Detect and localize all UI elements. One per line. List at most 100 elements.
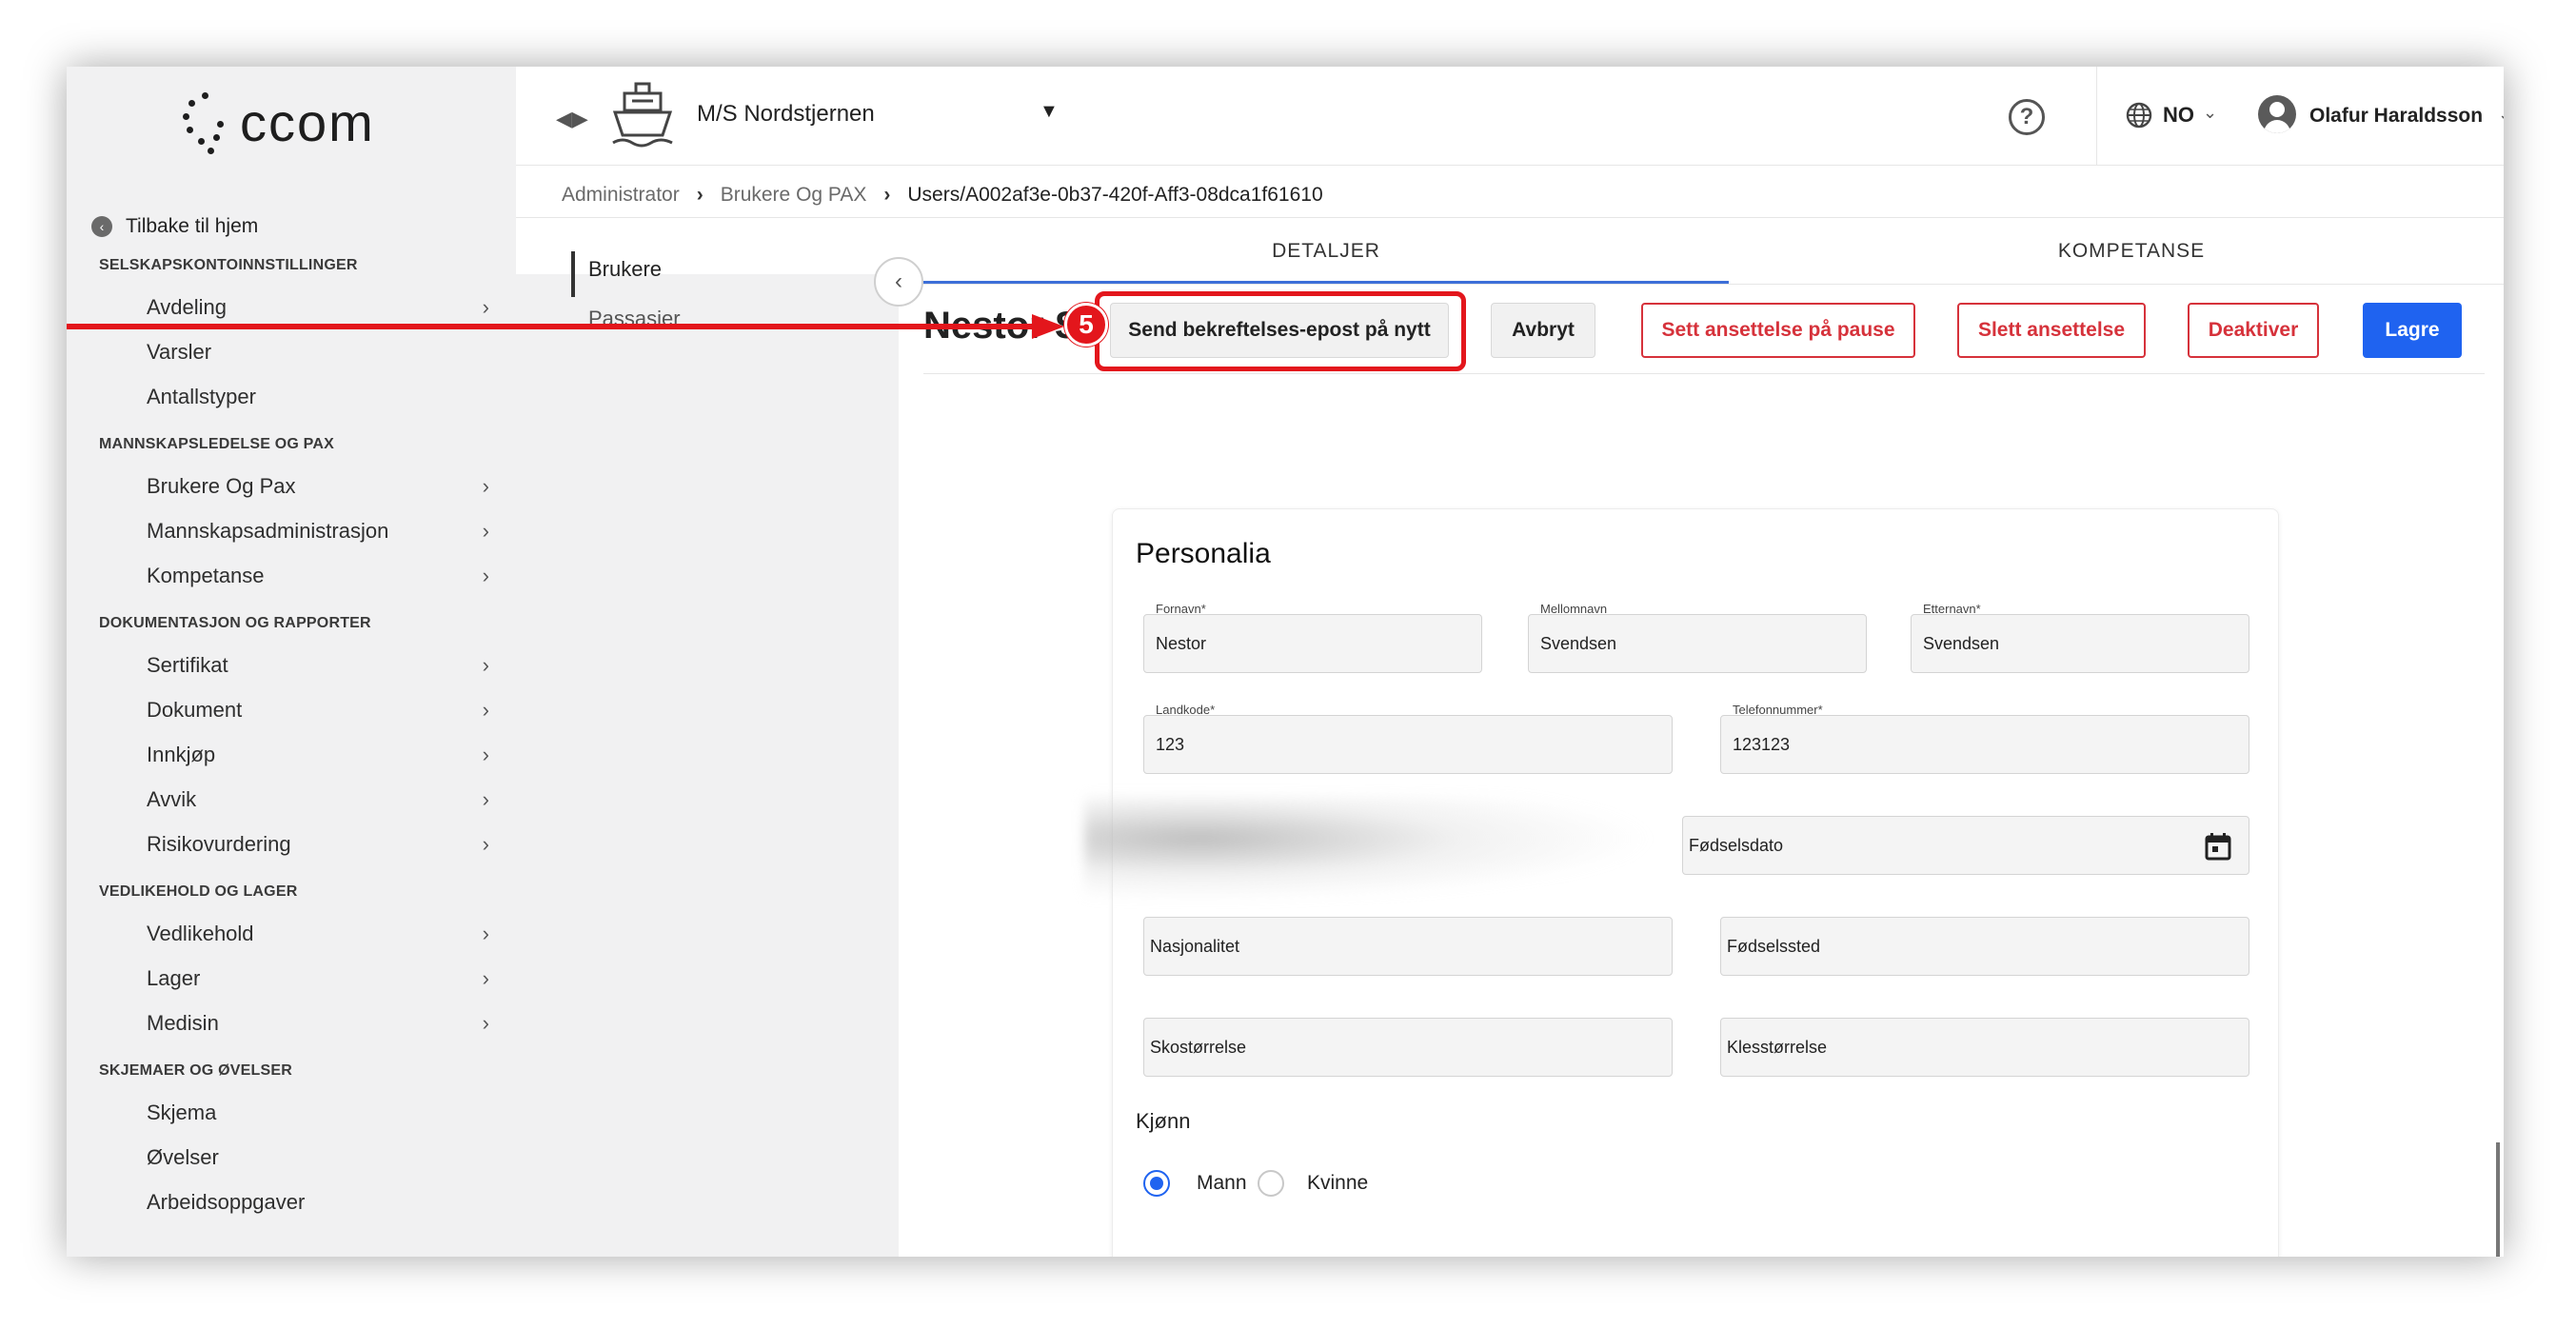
chevron-right-icon: › xyxy=(696,184,703,206)
globe-icon[interactable] xyxy=(2125,101,2153,134)
sidebar-item-label: Brukere Og Pax xyxy=(147,474,296,498)
section-heading: SELSKAPSKONTOINNSTILLINGER xyxy=(99,257,358,273)
sidebar-item-avvik[interactable]: Avvik › xyxy=(147,787,489,812)
birth-date-field[interactable]: Fødselsdato xyxy=(1682,816,2249,875)
breadcrumb: Administrator › Brukere Og PAX › Users/A… xyxy=(562,179,1323,211)
chevron-right-icon: › xyxy=(482,474,489,498)
nationality-field[interactable]: Nasjonalitet xyxy=(1143,917,1673,976)
sidebar-item-label: Sertifikat xyxy=(147,653,228,677)
chevron-right-icon: › xyxy=(482,295,489,319)
back-to-home-link[interactable]: ‹ Tilbake til hjem xyxy=(91,215,258,238)
field-label: Telefonnummer* xyxy=(1733,703,1823,717)
middle-name-field[interactable]: Mellomnavn Svendsen xyxy=(1528,602,1867,673)
chevron-down-icon[interactable]: ⌄ xyxy=(2498,105,2504,125)
breadcrumb-item-brukere[interactable]: Brukere Og PAX xyxy=(721,184,867,207)
field-label: Etternavn* xyxy=(1923,602,1981,616)
sidebar-item-avdeling[interactable]: Avdeling › xyxy=(147,295,489,320)
field-value: Nestor xyxy=(1156,634,1207,653)
vessel-name[interactable]: M/S Nordstjernen xyxy=(697,101,875,128)
sidebar-item-label: Øvelser xyxy=(147,1145,219,1169)
sidebar-item-ovelser[interactable]: Øvelser xyxy=(147,1145,489,1170)
country-code-field[interactable]: Landkode* 123 xyxy=(1143,703,1673,774)
sidebar-item-label: Innkjøp xyxy=(147,743,216,766)
chevron-right-icon: › xyxy=(482,519,489,543)
sidebar-item-dokument[interactable]: Dokument › xyxy=(147,698,489,723)
section-heading: MANNSKAPSLEDELSE OG PAX xyxy=(99,436,334,452)
last-name-field[interactable]: Etternavn* Svendsen xyxy=(1911,602,2249,673)
sidebar-item-label: Kompetanse xyxy=(147,564,265,587)
field-label: Fornavn* xyxy=(1156,602,1206,616)
sidebar-item-risikovurdering[interactable]: Risikovurdering › xyxy=(147,832,489,857)
sidebar-item-vedlikehold[interactable]: Vedlikehold › xyxy=(147,922,489,946)
annotation-arrow-line xyxy=(67,324,1040,329)
collapse-panel-button[interactable]: ‹ xyxy=(874,257,923,307)
sidebar-item-varsler[interactable]: Varsler xyxy=(147,340,489,365)
field-value: Svendsen xyxy=(1540,634,1617,653)
chevron-right-icon: › xyxy=(883,184,891,206)
deactivate-button[interactable]: Deaktiver xyxy=(2188,303,2319,358)
app-window: ccom ‹ Tilbake til hjem SELSKAPSKONTOINN… xyxy=(67,67,2504,1257)
chevron-right-icon: › xyxy=(482,966,489,990)
sidebar-item-sertifikat[interactable]: Sertifikat › xyxy=(147,653,489,678)
tab-competence[interactable]: KOMPETANSE xyxy=(1729,217,2504,286)
sidebar-item-arbeidsoppgaver[interactable]: Arbeidsoppgaver xyxy=(147,1190,489,1215)
first-name-field[interactable]: Fornavn* Nestor xyxy=(1143,602,1482,673)
top-header: ◀▶ M/S Nordstjernen ▼ ? NO ⌄ Olafur Hara… xyxy=(516,67,2504,166)
language-selector[interactable]: NO xyxy=(2163,103,2194,128)
birth-place-field[interactable]: Fødselssted xyxy=(1720,917,2249,976)
gender-radio-male[interactable] xyxy=(1143,1170,1170,1197)
sidebar-item-label: Vedlikehold xyxy=(147,922,254,945)
section-heading: VEDLIKEHOLD OG LAGER xyxy=(99,883,298,900)
field-value: Svendsen xyxy=(1923,634,2000,653)
clothing-size-field[interactable]: Klesstørrelse xyxy=(1720,1018,2249,1077)
sidebar-item-brukere-og-pax[interactable]: Brukere Og Pax › xyxy=(147,474,489,499)
collapse-sidebar-icon[interactable]: ◀▶ xyxy=(556,107,588,131)
card-title: Personalia xyxy=(1136,538,1271,569)
gender-radio-female-label[interactable]: Kvinne xyxy=(1307,1172,1368,1195)
sidebar: ccom ‹ Tilbake til hjem SELSKAPSKONTOINN… xyxy=(67,67,516,1257)
sidebar-item-label: Dokument xyxy=(147,698,243,722)
field-label: Landkode* xyxy=(1156,703,1216,717)
sidebar-item-kompetanse[interactable]: Kompetanse › xyxy=(147,564,489,588)
gender-radio-female[interactable] xyxy=(1258,1170,1284,1197)
subnav-item-passasjer[interactable]: Passasjer xyxy=(588,307,681,326)
blurred-region xyxy=(1084,797,1655,902)
shoe-size-field[interactable]: Skostørrelse xyxy=(1143,1018,1673,1077)
section-heading: SKJEMAER OG ØVELSER xyxy=(99,1062,292,1079)
annotation-arrow-head xyxy=(1032,314,1064,339)
sidebar-item-antallstyper[interactable]: Antallstyper xyxy=(147,385,489,409)
back-to-home-label: Tilbake til hjem xyxy=(126,215,259,237)
pause-employment-button[interactable]: Sett ansettelse på pause xyxy=(1641,303,1915,358)
sidebar-item-lager[interactable]: Lager › xyxy=(147,966,489,991)
field-placeholder: Fødselssted xyxy=(1727,937,1821,956)
field-placeholder: Klesstørrelse xyxy=(1727,1038,1828,1057)
subnav-item-brukere[interactable]: Brukere xyxy=(588,257,662,282)
delete-employment-button[interactable]: Slett ansettelse xyxy=(1957,303,2146,358)
sidebar-item-skjema[interactable]: Skjema xyxy=(147,1101,489,1125)
annotation-step-badge: 5 xyxy=(1064,303,1108,347)
scrollbar[interactable] xyxy=(2496,1142,2500,1257)
vessel-dropdown-icon[interactable]: ▼ xyxy=(1040,101,1059,123)
sidebar-item-innkjop[interactable]: Innkjøp › xyxy=(147,743,489,767)
field-placeholder: Nasjonalitet xyxy=(1150,937,1240,956)
sidebar-item-label: Arbeidsoppgaver xyxy=(147,1190,306,1214)
breadcrumb-item-administrator[interactable]: Administrator xyxy=(562,184,680,207)
gender-radio-male-label[interactable]: Mann xyxy=(1197,1172,1247,1195)
calendar-icon[interactable] xyxy=(2205,832,2231,861)
chevron-right-icon: › xyxy=(482,743,489,766)
field-value: 123123 xyxy=(1733,735,1791,754)
annotation-highlight-box xyxy=(1095,291,1466,371)
save-button[interactable]: Lagre xyxy=(2363,303,2462,358)
help-icon[interactable]: ? xyxy=(2009,99,2045,135)
logo-dots-icon xyxy=(179,89,232,155)
cancel-button[interactable]: Avbryt xyxy=(1491,303,1595,358)
avatar[interactable] xyxy=(2258,95,2296,133)
tab-divider xyxy=(923,284,2504,285)
phone-field[interactable]: Telefonnummer* 123123 xyxy=(1720,703,2249,774)
chevron-down-icon[interactable]: ⌄ xyxy=(2203,103,2217,123)
user-name[interactable]: Olafur Haraldsson xyxy=(2309,105,2483,128)
sub-navigation-panel xyxy=(516,67,899,1257)
sidebar-item-medisin[interactable]: Medisin › xyxy=(147,1011,489,1036)
sidebar-item-mannskapsadministrasjon[interactable]: Mannskapsadministrasjon › xyxy=(147,519,489,544)
tab-details[interactable]: DETALJER xyxy=(923,217,1729,286)
